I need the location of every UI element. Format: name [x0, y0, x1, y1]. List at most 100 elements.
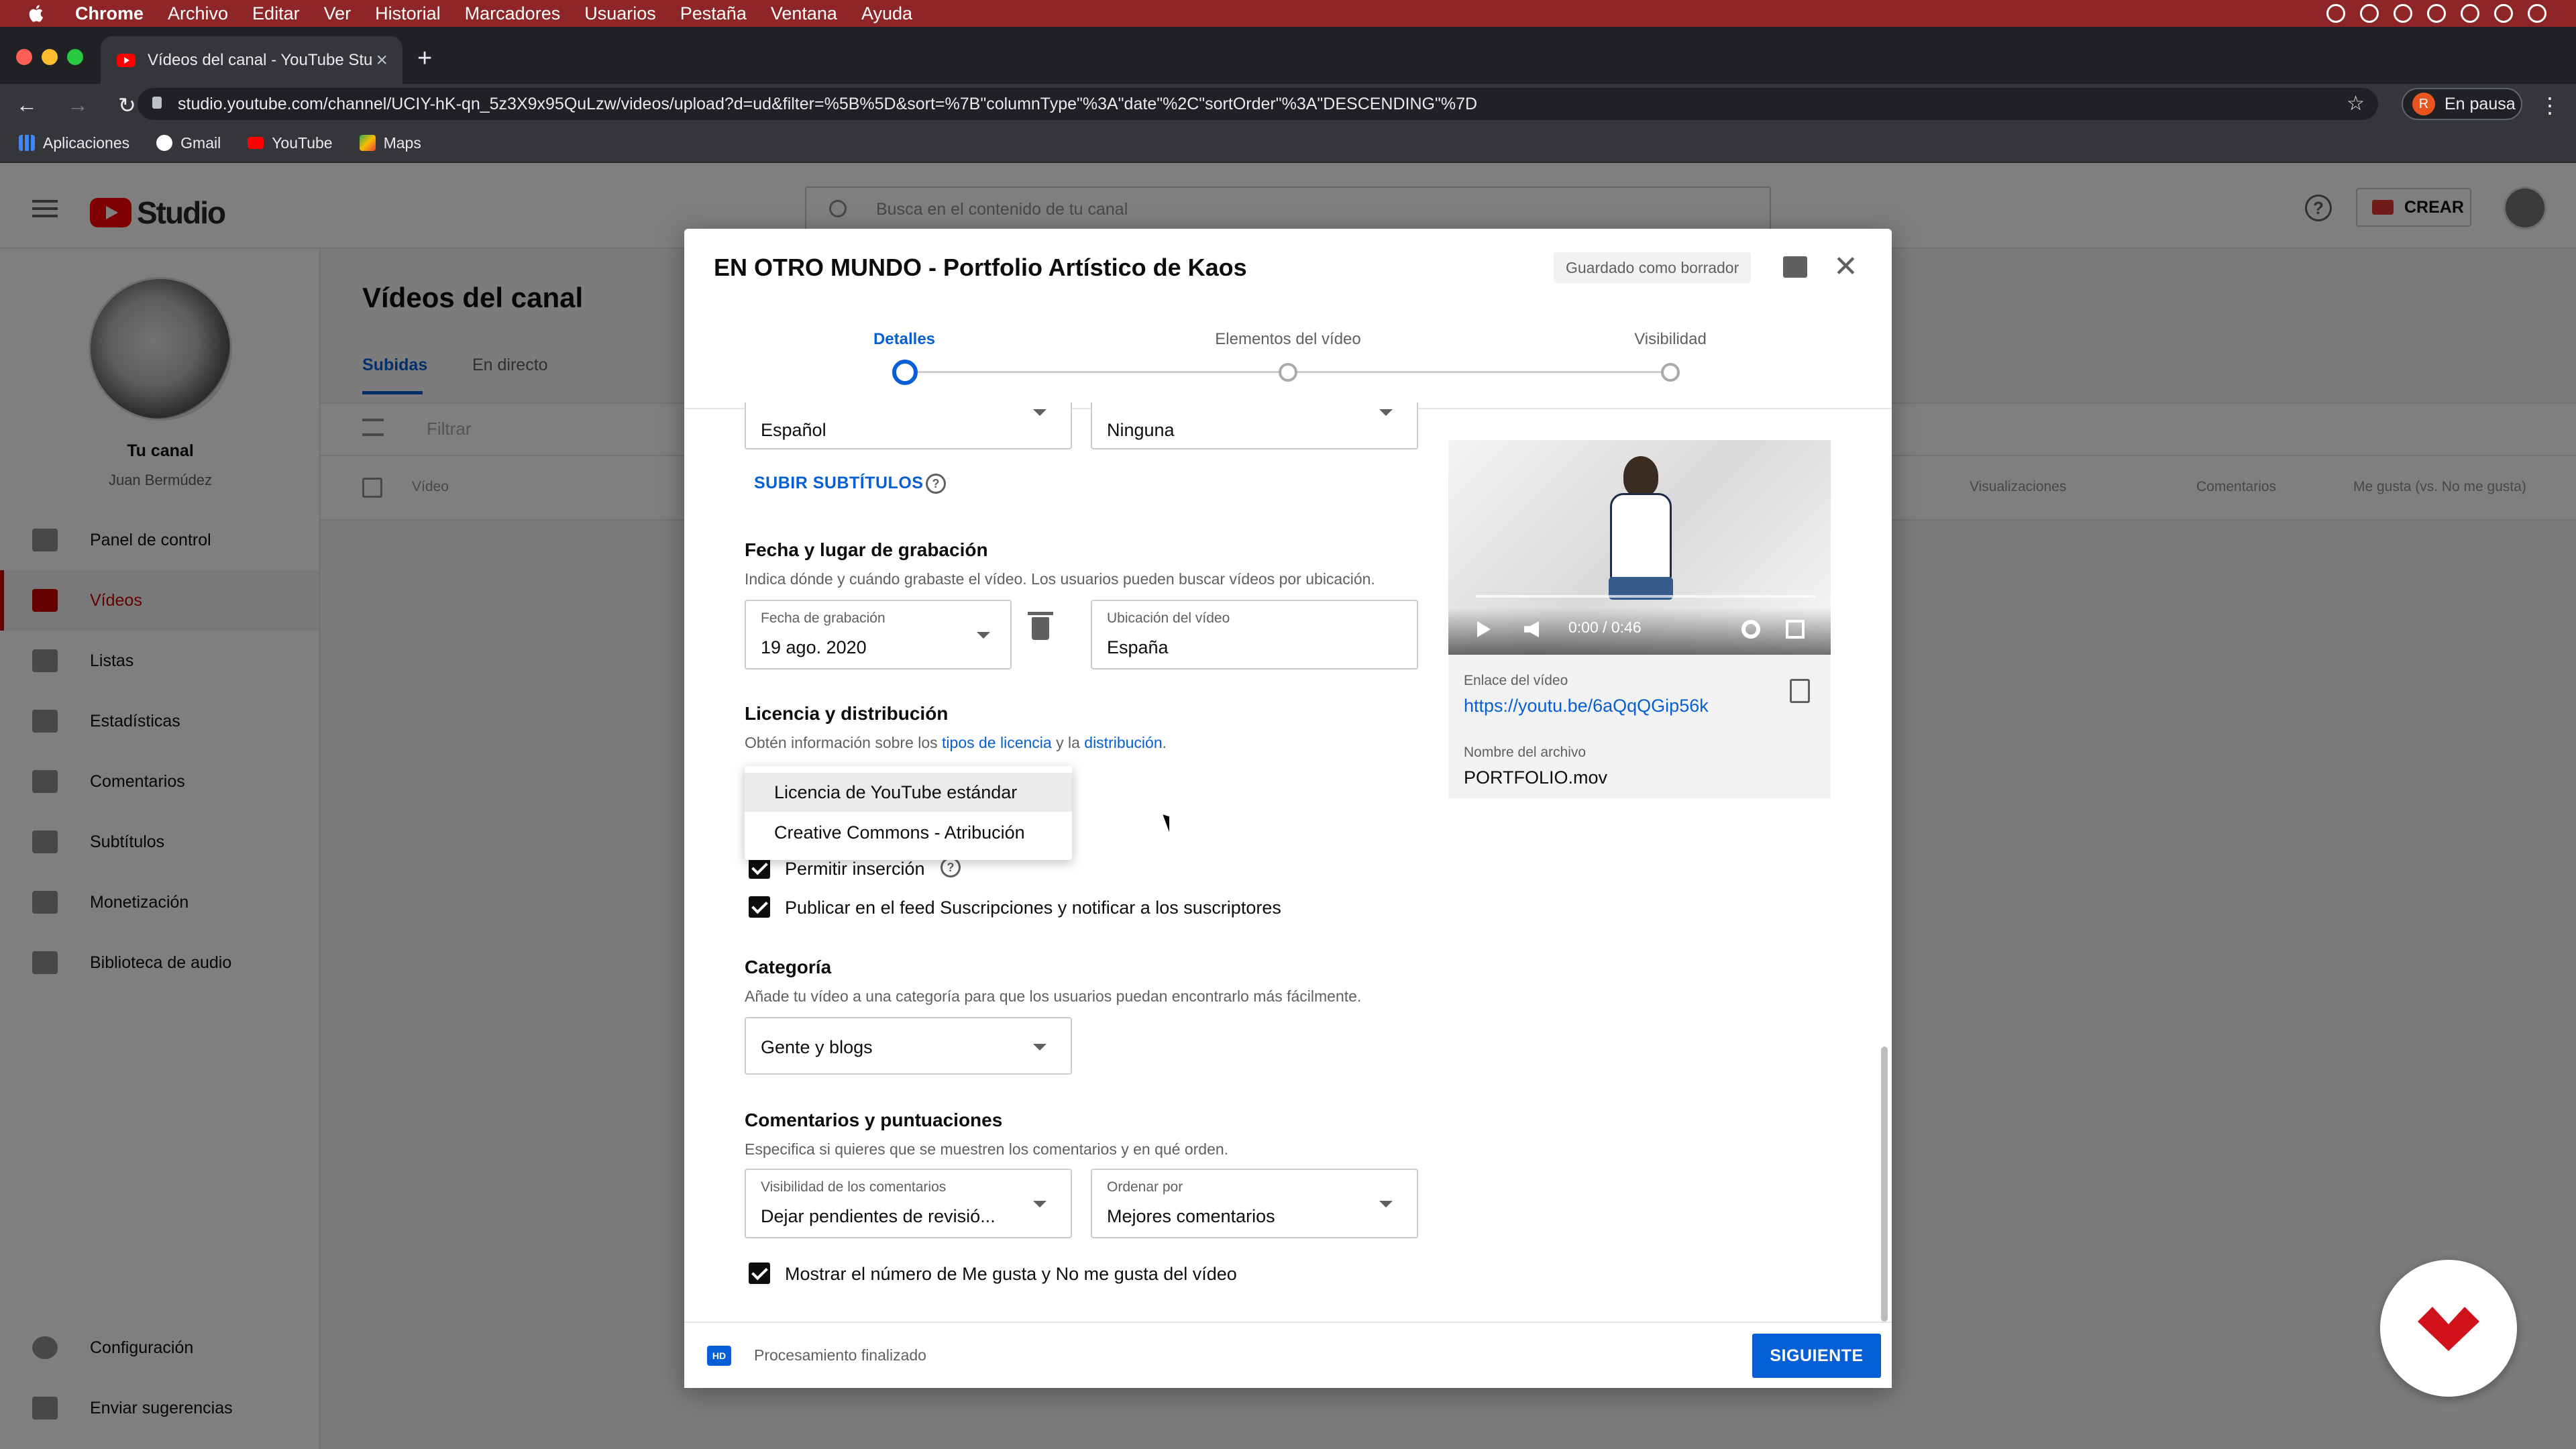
apple-icon[interactable] — [27, 3, 47, 23]
video-progress-bar[interactable] — [1476, 595, 1815, 598]
show-likes-label: Mostrar el número de Me gusta y No me gu… — [785, 1264, 1237, 1284]
menu-ventana[interactable]: Ventana — [771, 3, 837, 24]
help-icon[interactable]: ? — [941, 857, 961, 877]
license-desc-text: . — [1162, 734, 1167, 751]
tray-icon[interactable] — [2360, 4, 2379, 23]
menu-editar[interactable]: Editar — [252, 3, 300, 24]
menu-historial[interactable]: Historial — [375, 3, 441, 24]
step-video-elements[interactable]: Elementos del vídeo — [1154, 330, 1422, 349]
play-icon[interactable] — [1477, 621, 1491, 637]
allow-embed-checkbox[interactable] — [749, 857, 770, 879]
browser-tab[interactable]: Vídeos del canal - YouTube Stu × — [101, 36, 402, 84]
address-bar[interactable]: studio.youtube.com/channel/UCIY-hK-qn_5z… — [138, 88, 2378, 120]
bookmark-star-icon[interactable]: ☆ — [2347, 92, 2365, 115]
bookmark-apps[interactable]: Aplicaciones — [19, 134, 129, 152]
tray-icon[interactable] — [2427, 4, 2446, 23]
show-likes-checkbox[interactable] — [749, 1263, 770, 1284]
step-visibility[interactable]: Visibilidad — [1536, 330, 1805, 349]
search-icon[interactable] — [2494, 4, 2513, 23]
category-select[interactable]: Gente y blogs — [745, 1017, 1072, 1075]
caption-certification-select[interactable]: Ninguna — [1091, 402, 1418, 449]
gear-icon[interactable] — [1741, 620, 1760, 639]
bookmark-gmail[interactable]: Gmail — [156, 134, 221, 152]
browser-menu-icon[interactable]: ⋮ — [2539, 93, 2561, 118]
wifi-icon[interactable] — [2461, 4, 2479, 23]
floating-brand-logo[interactable] — [2380, 1260, 2517, 1397]
publish-feed-checkbox[interactable] — [749, 896, 770, 918]
license-desc-text: y la — [1056, 734, 1080, 751]
tab-close-icon[interactable]: × — [376, 49, 388, 72]
youtube-favicon-icon — [117, 53, 136, 67]
recording-date-label: Fecha de grabación — [761, 610, 885, 626]
filename-value: PORTFOLIO.mov — [1464, 767, 1608, 788]
category-value: Gente y blogs — [761, 1037, 873, 1057]
profile-status: En pausa — [2445, 94, 2516, 113]
close-icon[interactable]: ✕ — [1833, 250, 1858, 284]
help-icon[interactable]: ? — [926, 474, 946, 494]
video-thumbnail-body — [1610, 493, 1672, 580]
back-icon[interactable]: ← — [16, 93, 38, 118]
license-section-title: Licencia y distribución — [745, 703, 949, 724]
comment-sort-select[interactable]: Ordenar por Mejores comentarios — [1091, 1169, 1418, 1238]
license-types-link[interactable]: tipos de licencia — [942, 734, 1052, 751]
menu-ver[interactable]: Ver — [324, 3, 352, 24]
menu-marcadores[interactable]: Marcadores — [465, 3, 561, 24]
chevron-down-icon — [1379, 1201, 1393, 1208]
publish-feed-label: Publicar en el feed Suscripciones y noti… — [785, 898, 1281, 918]
feedback-icon[interactable] — [1783, 256, 1807, 278]
trash-icon[interactable] — [1028, 612, 1053, 640]
maps-icon — [359, 135, 376, 151]
menu-app-name[interactable]: Chrome — [75, 3, 144, 24]
category-section-title: Categoría — [745, 957, 832, 977]
copy-icon[interactable] — [1790, 679, 1810, 703]
tray-icon[interactable] — [2394, 4, 2412, 23]
license-option-standard[interactable]: Licencia de YouTube estándar — [745, 773, 1072, 812]
step-details[interactable]: Detalles — [770, 330, 1038, 349]
dialog-scrollbar[interactable] — [1881, 1046, 1888, 1322]
profile-button[interactable]: R En pausa — [2402, 88, 2522, 120]
profile-avatar: R — [2412, 93, 2435, 115]
comment-visibility-select[interactable]: Visibilidad de los comentarios Dejar pen… — [745, 1169, 1072, 1238]
video-link[interactable]: https://youtu.be/6aQqQGip56k — [1464, 696, 1709, 716]
fullscreen-icon[interactable] — [1786, 620, 1805, 639]
bookmark-label: Gmail — [180, 133, 221, 152]
video-location-input[interactable]: Ubicación del vídeo España — [1091, 600, 1418, 669]
dialog-title: EN OTRO MUNDO - Portfolio Artístico de K… — [714, 254, 1247, 281]
bookmark-label: Maps — [383, 133, 421, 152]
window-zoom-button[interactable] — [67, 49, 83, 65]
menu-archivo[interactable]: Archivo — [168, 3, 228, 24]
upload-subtitles-button[interactable]: SUBIR SUBTÍTULOS — [754, 474, 923, 493]
step-details-indicator[interactable] — [892, 360, 918, 385]
language-select[interactable]: Español — [745, 402, 1072, 449]
menu-usuarios[interactable]: Usuarios — [584, 3, 656, 24]
video-thumbnail-head — [1623, 456, 1658, 496]
reload-icon[interactable]: ↻ — [118, 93, 136, 118]
step-visibility-indicator[interactable] — [1661, 363, 1680, 382]
menu-ayuda[interactable]: Ayuda — [861, 3, 912, 24]
menu-pestana[interactable]: Pestaña — [680, 3, 747, 24]
bookmark-youtube[interactable]: YouTube — [248, 133, 333, 152]
license-option-creative-commons[interactable]: Creative Commons - Atribución — [745, 813, 1072, 852]
language-value: Español — [761, 420, 826, 440]
window-minimize-button[interactable] — [42, 49, 58, 65]
bookmark-label: YouTube — [272, 133, 333, 152]
window-close-button[interactable] — [16, 49, 32, 65]
tab-title: Vídeos del canal - YouTube Stu — [148, 50, 373, 69]
lock-icon[interactable] — [152, 97, 162, 109]
video-location-value: España — [1107, 637, 1169, 657]
recording-section-title: Fecha y lugar de grabación — [745, 539, 988, 560]
user-icon[interactable] — [2528, 4, 2546, 23]
new-tab-button[interactable]: + — [417, 44, 432, 73]
bookmark-maps[interactable]: Maps — [359, 133, 421, 152]
next-button[interactable]: SIGUIENTE — [1752, 1334, 1881, 1378]
step-video-elements-indicator[interactable] — [1279, 363, 1297, 382]
forward-icon[interactable]: → — [67, 93, 89, 118]
recording-date-picker[interactable]: Fecha de grabación 19 ago. 2020 — [745, 600, 1012, 669]
hd-badge-icon: HD — [707, 1346, 731, 1366]
caption-certification-value: Ninguna — [1107, 420, 1175, 440]
license-section-desc: Obtén información sobre los tipos de lic… — [745, 734, 1167, 752]
filename-label: Nombre del archivo — [1464, 745, 1587, 760]
tray-icon[interactable] — [2326, 4, 2345, 23]
chevron-down-icon — [1033, 1044, 1046, 1051]
distribution-link[interactable]: distribución — [1084, 734, 1162, 751]
